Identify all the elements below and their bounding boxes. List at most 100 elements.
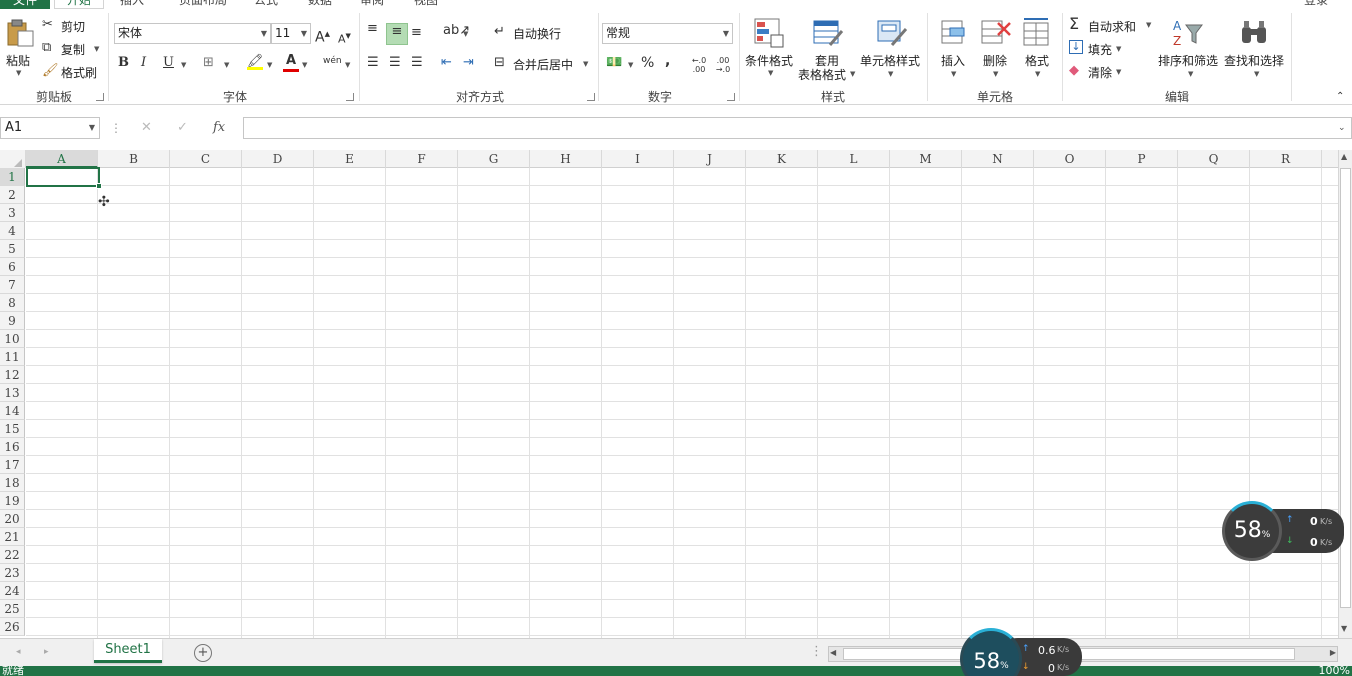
decrease-indent-icon[interactable]: ⇤ bbox=[441, 55, 452, 71]
select-all-corner[interactable] bbox=[0, 150, 26, 168]
row-header-13[interactable]: 13 bbox=[0, 384, 25, 402]
clear-dropdown-arrow[interactable]: ▼ bbox=[1116, 68, 1121, 76]
column-header-p[interactable]: P bbox=[1106, 150, 1178, 168]
row-header-16[interactable]: 16 bbox=[0, 438, 25, 456]
fill-color-icon[interactable]: 🖍 bbox=[247, 54, 264, 70]
tab-insert[interactable]: 插入 bbox=[112, 0, 152, 9]
column-header-r[interactable]: R bbox=[1250, 150, 1322, 168]
row-header-14[interactable]: 14 bbox=[0, 402, 25, 420]
paste-icon[interactable] bbox=[5, 17, 37, 49]
row-header-18[interactable]: 18 bbox=[0, 474, 25, 492]
autosum-dropdown-arrow[interactable]: ▼ bbox=[1146, 21, 1151, 29]
row-header-20[interactable]: 20 bbox=[0, 510, 25, 528]
tab-formulas[interactable]: 公式 bbox=[246, 0, 286, 9]
comma-button[interactable]: , bbox=[665, 53, 670, 69]
fill-button[interactable]: 填充 bbox=[1088, 41, 1112, 58]
increase-indent-icon[interactable]: ⇥ bbox=[463, 55, 474, 71]
row-header-9[interactable]: 9 bbox=[0, 312, 25, 330]
formula-input[interactable] bbox=[243, 117, 1352, 139]
expand-formula-bar-icon[interactable]: ⌄ bbox=[1338, 120, 1346, 136]
prev-sheet-icon[interactable]: ◂ bbox=[16, 644, 21, 660]
tab-file[interactable]: 文件 bbox=[0, 0, 50, 9]
row-header-11[interactable]: 11 bbox=[0, 348, 25, 366]
insert-function-icon[interactable]: fx bbox=[213, 120, 225, 136]
column-header-h[interactable]: H bbox=[530, 150, 602, 168]
column-header-q[interactable]: Q bbox=[1178, 150, 1250, 168]
scroll-down-icon[interactable]: ▼ bbox=[1341, 624, 1347, 633]
align-center-icon[interactable]: ☰ bbox=[389, 55, 401, 71]
percent-button[interactable]: % bbox=[641, 55, 654, 71]
row-header-8[interactable]: 8 bbox=[0, 294, 25, 312]
conditional-format-button[interactable]: 条件格式 bbox=[745, 52, 793, 69]
delete-dropdown-arrow[interactable]: ▼ bbox=[993, 70, 998, 78]
paste-button[interactable]: 粘贴 bbox=[6, 52, 30, 69]
scroll-right-icon[interactable]: ▶ bbox=[1330, 648, 1336, 657]
fill-handle[interactable] bbox=[96, 183, 102, 189]
accounting-dropdown-arrow[interactable]: ▼ bbox=[628, 61, 633, 69]
scroll-up-icon[interactable]: ▲ bbox=[1341, 152, 1347, 161]
format-dropdown-arrow[interactable]: ▼ bbox=[1035, 70, 1040, 78]
format-painter-button[interactable]: 格式刷 bbox=[61, 64, 97, 81]
phonetic-icon[interactable]: wén bbox=[323, 53, 342, 69]
sheet-tab-sheet1[interactable]: Sheet1 bbox=[94, 639, 162, 663]
merge-dropdown-arrow[interactable]: ▼ bbox=[583, 60, 588, 68]
format-as-table-label-2[interactable]: 表格格式 bbox=[798, 66, 846, 83]
row-header-6[interactable]: 6 bbox=[0, 258, 25, 276]
row-header-22[interactable]: 22 bbox=[0, 546, 25, 564]
worksheet-grid[interactable]: ABCDEFGHIJKLMNOPQR 1 2 3 4 5 6 7 8 9 10 11 12 13 14 15… bbox=[0, 150, 1338, 638]
align-middle-icon[interactable]: ≡ bbox=[386, 23, 408, 45]
row-header-7[interactable]: 7 bbox=[0, 276, 25, 294]
fill-color-dropdown-arrow[interactable]: ▼ bbox=[267, 61, 272, 69]
align-bottom-icon[interactable]: ≡ bbox=[411, 25, 422, 41]
tab-home[interactable]: 开始 bbox=[54, 0, 104, 9]
sort-filter-button[interactable]: 排序和筛选 bbox=[1158, 52, 1218, 69]
align-left-icon[interactable]: ☰ bbox=[367, 55, 379, 71]
increase-decimal-icon[interactable]: ←.0 .00 bbox=[690, 56, 708, 74]
insert-cells-icon[interactable] bbox=[938, 17, 970, 49]
column-header-o[interactable]: O bbox=[1034, 150, 1106, 168]
font-color-icon[interactable]: A bbox=[283, 53, 299, 72]
cut-button[interactable]: 剪切 bbox=[61, 18, 85, 35]
sort-filter-icon[interactable]: AZ bbox=[1172, 17, 1204, 49]
row-header-24[interactable]: 24 bbox=[0, 582, 25, 600]
copy-dropdown-arrow[interactable]: ▼ bbox=[94, 45, 99, 53]
row-header-5[interactable]: 5 bbox=[0, 240, 25, 258]
scroll-left-icon[interactable]: ◀ bbox=[830, 648, 836, 657]
next-sheet-icon[interactable]: ▸ bbox=[44, 644, 49, 660]
cell-styles-icon[interactable] bbox=[876, 17, 908, 49]
fill-dropdown-arrow[interactable]: ▼ bbox=[1116, 45, 1121, 53]
format-cells-button[interactable]: 格式 bbox=[1025, 52, 1049, 69]
borders-icon[interactable]: ⊞ bbox=[203, 55, 214, 71]
column-header-b[interactable]: B bbox=[98, 150, 170, 168]
tab-review[interactable]: 审阅 bbox=[352, 0, 392, 9]
add-sheet-icon[interactable]: + bbox=[194, 644, 212, 662]
row-header-26[interactable]: 26 bbox=[0, 618, 25, 636]
bold-button[interactable]: B bbox=[118, 55, 129, 71]
delete-cells-button[interactable]: 删除 bbox=[983, 52, 1007, 69]
font-color-dropdown-arrow[interactable]: ▼ bbox=[302, 61, 307, 69]
cell-styles-button[interactable]: 单元格样式 bbox=[860, 52, 920, 69]
number-format-combo[interactable]: 常规 ▼ bbox=[602, 23, 733, 44]
row-header-25[interactable]: 25 bbox=[0, 600, 25, 618]
align-right-icon[interactable]: ☰ bbox=[411, 55, 423, 71]
find-dropdown-arrow[interactable]: ▼ bbox=[1254, 70, 1259, 78]
column-header-a[interactable]: A bbox=[26, 150, 98, 168]
vertical-scrollbar[interactable]: ▲ ▼ bbox=[1338, 150, 1352, 638]
tab-view[interactable]: 视图 bbox=[406, 0, 446, 9]
column-header-e[interactable]: E bbox=[314, 150, 386, 168]
cell-area[interactable] bbox=[26, 168, 1338, 638]
italic-button[interactable]: I bbox=[141, 55, 146, 71]
shrink-font-icon[interactable]: A▼ bbox=[338, 28, 351, 48]
wrap-text-button[interactable]: 自动换行 bbox=[513, 25, 561, 42]
phonetic-dropdown-arrow[interactable]: ▼ bbox=[345, 61, 350, 69]
orientation-dropdown-arrow[interactable]: ▼ bbox=[463, 30, 468, 38]
more-options-icon[interactable]: ⋮ bbox=[110, 120, 122, 136]
grow-font-icon[interactable]: A▲ bbox=[315, 26, 330, 46]
delete-cells-icon[interactable] bbox=[980, 17, 1012, 49]
splitter-icon[interactable]: ⋮ bbox=[810, 644, 823, 660]
column-header-n[interactable]: N bbox=[962, 150, 1034, 168]
clear-button[interactable]: 清除 bbox=[1088, 64, 1112, 81]
row-header-17[interactable]: 17 bbox=[0, 456, 25, 474]
copy-button[interactable]: 复制 bbox=[61, 41, 85, 58]
underline-button[interactable]: U bbox=[163, 55, 174, 71]
